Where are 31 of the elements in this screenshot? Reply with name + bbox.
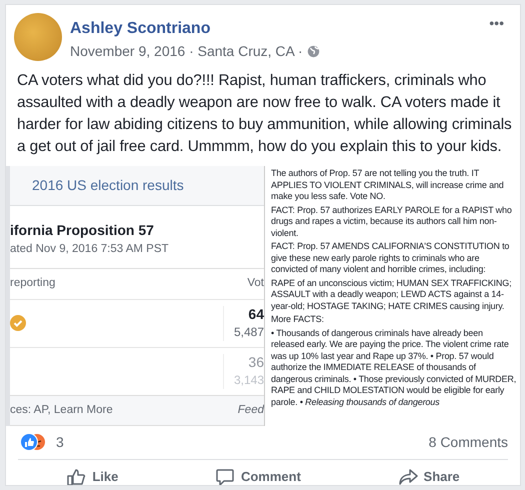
overlay-paragraph: RAPE of an unconscious victim; HUMAN SEX TRAFFICKING; ASSAULT with a deadly weapon; LEWD ACTS against a 14-year-old; HOSTAGE TAKING; HATE CRIMES causing injury.: [271, 278, 512, 312]
vote-percent: 64: [247, 306, 264, 322]
post-meta: November 9, 2016 · Santa Cruz, CA ·: [70, 42, 303, 61]
share-icon: [398, 466, 418, 485]
post-text: CA voters what did you do?!!! Rapist, human traffickers, criminals who assaulted with a deadly weapon are now free to walk. CA voters made it harder for law abiding citizens to buy ammunition, while allowing criminals a get out of jail free card. Ummmm, how do you explain this to your kids.: [16, 71, 513, 157]
like-button[interactable]: Like: [56, 460, 128, 485]
overlay-paragraph: • Thousands of dangerous criminals have already been released early. We are paying the price. The violent crime rate was up 10% last year and Rape up 37%. • Prop. 57 would authorize the IMMEDIATE RELEASE of thousands of dangerous criminals. • Those previously convicted of MURDER, RAPE and CHILD MOLESTATION would be eligible for early parole. • Releasing thousands of dangerous: [271, 328, 517, 408]
comment-button[interactable]: Comment: [204, 460, 311, 485]
vote-count: 5,487: [234, 324, 264, 340]
comments-link[interactable]: 8 Comments: [428, 432, 508, 453]
globe-icon: [306, 45, 320, 58]
results-header[interactable]: 2016 US election results: [10, 166, 264, 206]
feedback-link[interactable]: Feed: [238, 402, 264, 419]
reaction-count[interactable]: 3: [56, 432, 64, 453]
author-name[interactable]: Ashley Scontriano: [70, 17, 482, 41]
updated-time: ated Nov 9, 2016 7:53 AM PST: [10, 242, 170, 257]
results-title: ifornia Proposition 57: [10, 221, 155, 240]
column-header: reporting: [10, 276, 56, 292]
overlay-paragraph: More FACTS:: [271, 314, 325, 326]
speech-bubble-icon: [214, 466, 235, 485]
vote-percent: 36: [247, 354, 264, 370]
more-menu[interactable]: •••: [489, 13, 504, 34]
avatar: [14, 13, 62, 61]
overlay-paragraph: FACT: Prop. 57 AMENDS CALIFORNIA'S CONSTITUTION to give these new early parole rights to criminals who are convicted of many violent and horrible crimes, including:: [271, 241, 510, 276]
overlay-paragraph: The authors of Prop. 57 are not telling you the truth. IT APPLIES TO VIOLENT CRIMINALS, will increase crime and make you less safe. Vote NO.: [271, 168, 505, 202]
share-button[interactable]: Share: [388, 460, 470, 485]
overlay-paragraph: FACT: Prop. 57 authorizes EARLY PAROLE for a RAPIST who drugs and rapes a victim, because its authors call him non-violent.: [271, 204, 513, 239]
column-header: Vot: [247, 276, 264, 292]
sources-link[interactable]: ces: AP, Learn More: [10, 402, 113, 419]
vote-count: 3,143: [234, 372, 264, 388]
thumbs-up-icon: [66, 466, 86, 485]
